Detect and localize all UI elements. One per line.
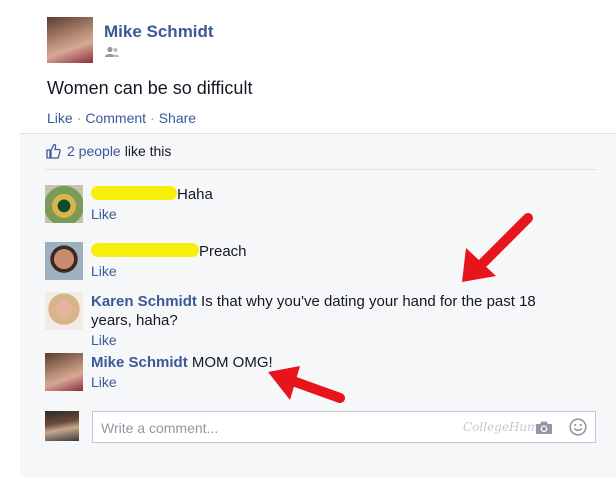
red-arrow-icon [462, 213, 533, 282]
author-name[interactable]: Mike Schmidt [104, 22, 214, 42]
comment-avatar[interactable] [45, 292, 83, 330]
composer-avatar [45, 411, 79, 441]
comment-text: Haha [177, 186, 213, 203]
friends-privacy-icon[interactable] [104, 46, 120, 58]
commenter-name[interactable]: Karen Schmidt [91, 293, 197, 310]
separator: · [76, 110, 82, 126]
write-comment-input[interactable]: Write a comment... CollegeHumor [92, 411, 596, 443]
author-avatar[interactable] [47, 17, 93, 63]
post-text: Women can be so difficult [47, 78, 253, 98]
redacted-name [91, 186, 177, 200]
comment-avatar[interactable] [45, 185, 83, 223]
comments-section: 2 people like this Haha Like Preach Like… [20, 133, 616, 477]
red-arrow-icon [268, 366, 345, 403]
comment-link[interactable]: Comment [85, 110, 146, 126]
thumbs-up-icon [46, 143, 61, 159]
redacted-name [91, 243, 199, 257]
commenter-name[interactable]: Mike Schmidt [91, 354, 188, 371]
facebook-post: Mike Schmidt Women can be so difficult L… [0, 0, 616, 477]
likes-summary: 2 people like this [45, 143, 171, 159]
comment-like-link[interactable]: Like [91, 331, 571, 350]
camera-icon[interactable] [535, 420, 553, 435]
comment-avatar[interactable] [45, 242, 83, 280]
comment-avatar[interactable] [45, 353, 83, 391]
comment-placeholder: Write a comment... [101, 420, 219, 436]
separator: · [150, 110, 155, 126]
likes-count-link[interactable]: 2 people [67, 143, 121, 159]
likes-suffix: like this [124, 143, 172, 159]
comment-text: MOM OMG! [191, 354, 273, 371]
divider [45, 169, 596, 170]
share-link[interactable]: Share [159, 110, 196, 126]
post-actions: Like · Comment · Share [47, 110, 196, 126]
comment-text: Preach [199, 243, 247, 260]
like-link[interactable]: Like [47, 110, 73, 126]
comment-body: Karen Schmidt Is that why you've dating … [91, 292, 571, 350]
emoji-icon[interactable] [569, 418, 587, 436]
